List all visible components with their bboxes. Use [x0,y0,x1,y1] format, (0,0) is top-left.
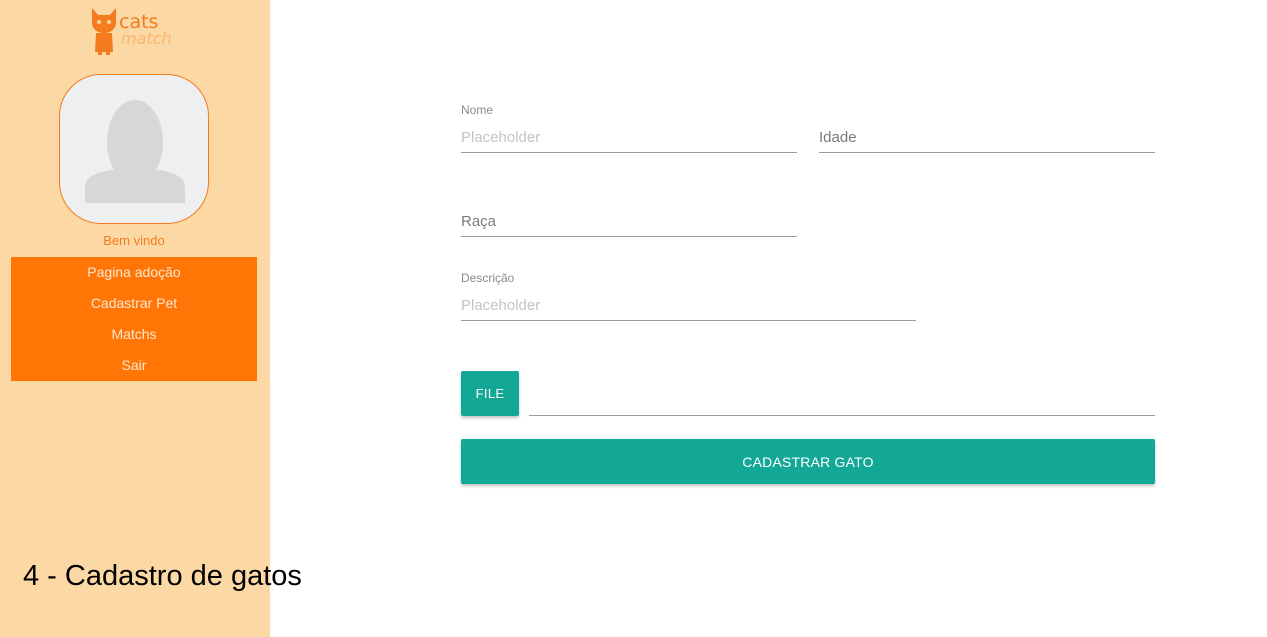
idade-input[interactable] [819,123,1155,153]
nome-label: Nome [461,103,494,117]
nav-item-pagina-adocao[interactable]: Pagina adoção [11,257,257,288]
avatar[interactable] [59,74,209,224]
descricao-input[interactable] [461,291,916,321]
descricao-label: Descrição [461,271,515,285]
welcome-text: Bem vindo [103,233,165,248]
sidebar-nav: Pagina adoção Cadastrar Pet Matchs Sair [11,257,257,381]
cadastrar-gato-button[interactable]: CADASTRAR GATO [461,439,1155,484]
raca-input[interactable] [461,207,797,237]
nav-item-cadastrar-pet[interactable]: Cadastrar Pet [11,288,257,319]
cat-mascot-icon [92,8,116,55]
caption: 4 - Cadastro de gatos [23,560,302,592]
nome-input[interactable] [461,123,797,153]
user-silhouette-icon [85,100,185,203]
file-path-input[interactable] [529,385,1155,416]
nav-item-matchs[interactable]: Matchs [11,319,257,350]
logo[interactable]: cats match [90,4,190,56]
sidebar: cats match Bem vindo Pagina adoção Cadas… [0,0,270,637]
nav-item-sair[interactable]: Sair [11,350,257,381]
file-button[interactable]: FILE [461,371,519,416]
logo-text-match: match [121,29,172,48]
